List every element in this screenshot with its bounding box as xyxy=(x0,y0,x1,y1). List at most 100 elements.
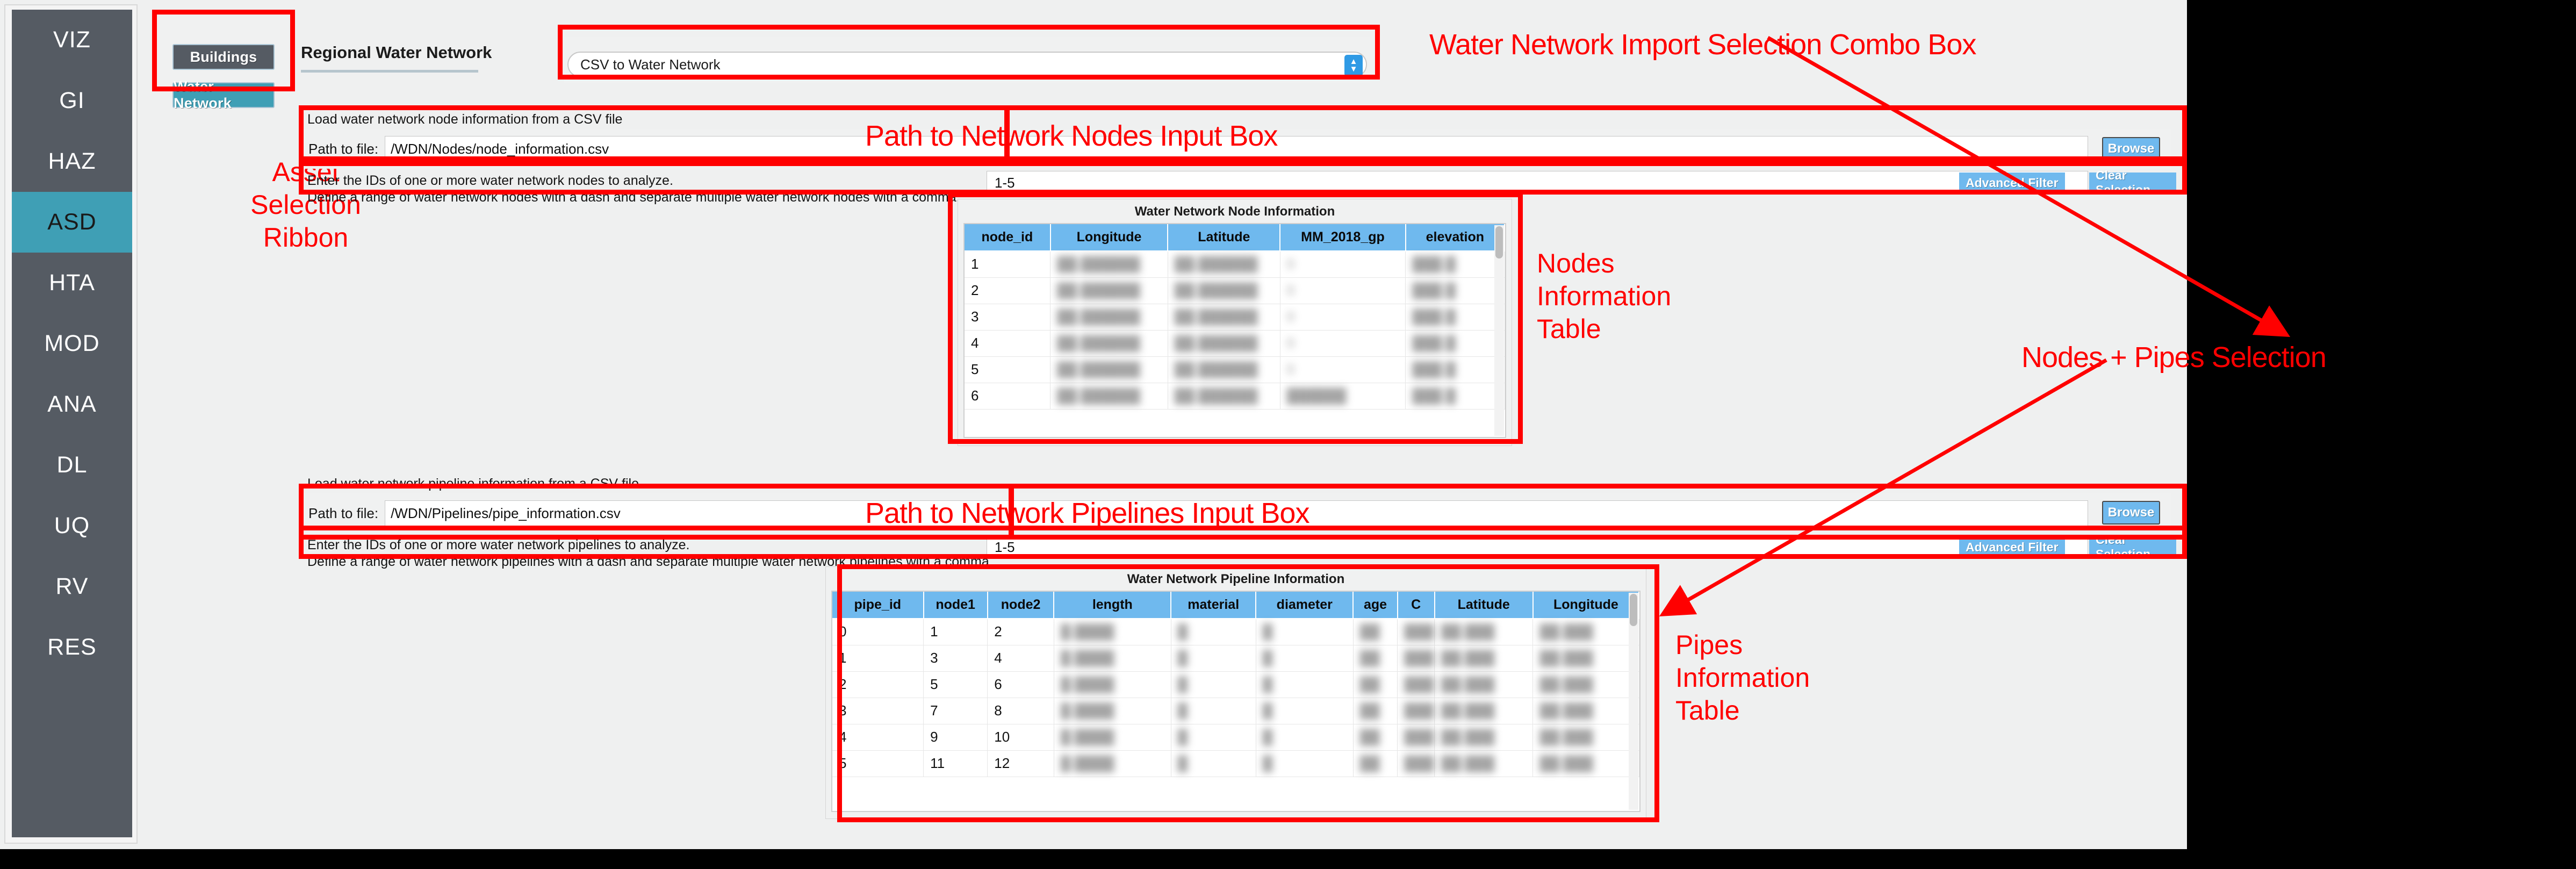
pipes-table-body: 0 1 2 █.████ █ █ ██ ███ ██.███ ██.███ 1 3 4 █.████ █ █ █… xyxy=(832,619,1639,777)
column-header-Longitude[interactable]: Longitude xyxy=(1050,224,1169,252)
ribbon-item-dl[interactable]: DL xyxy=(12,435,132,495)
ribbon-item-label: DL xyxy=(56,452,88,478)
table-row[interactable]: 3 ██.██████ ██.██████ 0 ███.█ xyxy=(965,304,1505,331)
cell-redacted-5: ██.███ xyxy=(1434,750,1534,777)
annotation-line: Nodes xyxy=(1537,248,1615,278)
cell-redacted-3: ███.█ xyxy=(1405,383,1505,410)
cell-redacted-1: █ xyxy=(1171,750,1256,777)
column-header-elevation[interactable]: elevation xyxy=(1405,224,1505,252)
ribbon-item-rv[interactable]: RV xyxy=(12,556,132,617)
page-title: Regional Water Network xyxy=(301,43,492,62)
cell-node_id: 5 xyxy=(965,356,1051,383)
cell-pipe_id: 5 xyxy=(832,750,924,777)
nodes-advanced-filter-button[interactable]: Advanced Filter xyxy=(1959,173,2065,193)
cell-node1: 9 xyxy=(923,724,988,751)
ribbon-item-gi[interactable]: GI xyxy=(12,70,132,131)
pipes-table-header-row: pipe_id node1 node2 length material diameter a… xyxy=(832,592,1639,619)
asset-buildings-button[interactable]: Buildings xyxy=(172,44,275,70)
column-header-length[interactable]: length xyxy=(1054,592,1172,619)
ribbon-item-haz[interactable]: HAZ xyxy=(12,131,132,192)
nodes-table-scroll[interactable]: node_id Longitude Latitude MM_2018_gp elevat… xyxy=(963,223,1506,438)
ribbon-item-uq[interactable]: UQ xyxy=(12,495,132,556)
cell-redacted-3: ██ xyxy=(1353,724,1398,751)
column-header-Longitude[interactable]: Longitude xyxy=(1532,592,1639,619)
nodes-browse-button[interactable]: Browse xyxy=(2102,137,2160,161)
pipes-table-caption: Water Network Pipeline Information xyxy=(1127,572,1345,586)
nodes-hint-line-1: Enter the IDs of one or more water netwo… xyxy=(307,173,673,188)
cell-pipe_id: 2 xyxy=(832,671,924,698)
table-row[interactable]: 1 3 4 █.████ █ █ ██ ███ ██.███ ██.███ xyxy=(832,645,1639,672)
nodes-table-scrollbar[interactable] xyxy=(1494,225,1504,436)
nodes-scrollbar-thumb[interactable] xyxy=(1495,226,1503,258)
cell-redacted-1: ██.██████ xyxy=(1168,383,1280,410)
water-network-import-combo[interactable]: CSV to Water Network ▲ ▼ xyxy=(567,52,1367,77)
cell-node1: 11 xyxy=(923,750,988,777)
import-combo-wrapper: CSV to Water Network ▲ ▼ xyxy=(564,37,1370,83)
pipes-table-scrollbar[interactable] xyxy=(1629,593,1638,810)
ribbon-item-viz[interactable]: VIZ xyxy=(12,10,132,70)
nodes-clear-selection-button[interactable]: Clear Selection xyxy=(2089,168,2176,197)
cell-redacted-4: ███ xyxy=(1397,750,1435,777)
cell-redacted-3: ██ xyxy=(1353,671,1398,698)
column-header-Latitude[interactable]: Latitude xyxy=(1434,592,1534,619)
column-header-age[interactable]: age xyxy=(1353,592,1398,619)
pipes-advanced-filter-button[interactable]: Advanced Filter xyxy=(1959,537,2065,557)
cell-node_id: 6 xyxy=(965,383,1051,410)
cell-redacted-2: ██████ xyxy=(1280,383,1406,410)
table-row[interactable]: 4 9 10 █.████ █ █ ██ ███ ██.███ ██.███ xyxy=(832,724,1639,751)
pipes-id-input[interactable]: 1-5 xyxy=(987,535,2088,559)
cell-redacted-2: █ xyxy=(1256,671,1354,698)
cell-redacted-3: ██ xyxy=(1353,619,1398,645)
pipes-browse-button[interactable]: Browse xyxy=(2102,501,2160,525)
cell-redacted-0: █.████ xyxy=(1054,671,1171,698)
cell-node2: 2 xyxy=(987,619,1054,645)
asset-water-network-button[interactable]: Water Network xyxy=(172,78,275,111)
table-row[interactable]: 4 ██.██████ ██.██████ 0 ███.█ xyxy=(965,330,1505,357)
nodes-table-card: Water Network Node Information node_id Lo… xyxy=(958,199,1512,446)
table-row[interactable]: 0 1 2 █.████ █ █ ██ ███ ██.███ ██.███ xyxy=(832,619,1639,645)
column-header-diameter[interactable]: diameter xyxy=(1256,592,1354,619)
cell-node2: 12 xyxy=(987,750,1054,777)
ribbon-item-res[interactable]: RES xyxy=(12,617,132,678)
annotation-combo-box-label: Water Network Import Selection Combo Box xyxy=(1429,28,1976,61)
column-header-node_id[interactable]: node_id xyxy=(965,224,1051,252)
pipes-table-card: Water Network Pipeline Information pipe_… xyxy=(825,566,1646,819)
pipes-clear-selection-button[interactable]: Clear Selection xyxy=(2089,533,2176,561)
table-row[interactable]: 1 ██.██████ ██.██████ 0 ███.█ xyxy=(965,251,1505,278)
cell-redacted-4: ███ xyxy=(1397,671,1435,698)
column-header-pipe_id[interactable]: pipe_id xyxy=(832,592,924,619)
annotation-line: Table xyxy=(1537,314,1601,344)
table-row[interactable]: 5 ██.██████ ██.██████ 0 ███.█ xyxy=(965,356,1505,383)
cell-pipe_id: 3 xyxy=(832,698,924,724)
table-row[interactable]: 3 7 8 █.████ █ █ ██ ███ ██.███ ██.███ xyxy=(832,698,1639,724)
cell-node_id: 1 xyxy=(965,251,1051,278)
column-header-material[interactable]: material xyxy=(1171,592,1257,619)
ribbon-item-hta[interactable]: HTA xyxy=(12,253,132,313)
chevron-updown-icon[interactable]: ▲ ▼ xyxy=(1344,55,1363,76)
ribbon-item-ana[interactable]: ANA xyxy=(12,374,132,435)
pipes-scrollbar-thumb[interactable] xyxy=(1630,594,1637,626)
annotation-line: Pipes xyxy=(1675,630,1743,660)
cell-node2: 10 xyxy=(987,724,1054,751)
table-row[interactable]: 2 5 6 █.████ █ █ ██ ███ ██.███ ██.███ xyxy=(832,671,1639,698)
column-header-node2[interactable]: node2 xyxy=(987,592,1055,619)
column-header-Latitude[interactable]: Latitude xyxy=(1168,224,1281,252)
table-row[interactable]: 5 11 12 █.████ █ █ ██ ███ ██.███ ██.███ xyxy=(832,750,1639,777)
cell-node1: 7 xyxy=(923,698,988,724)
column-header-C[interactable]: C xyxy=(1397,592,1435,619)
cell-node_id: 2 xyxy=(965,277,1051,304)
cell-redacted-2: 0 xyxy=(1280,277,1406,304)
cell-node2: 8 xyxy=(987,698,1054,724)
column-header-MM_2018_gp[interactable]: MM_2018_gp xyxy=(1280,224,1406,252)
ribbon-item-label: UQ xyxy=(54,513,90,538)
ribbon-item-mod[interactable]: MOD xyxy=(12,313,132,374)
table-row[interactable]: 2 ██.██████ ██.██████ 0 ███.█ xyxy=(965,277,1505,304)
nodes-id-input[interactable]: 1-5 xyxy=(987,171,2088,195)
ribbon-item-asd[interactable]: ASD xyxy=(12,192,132,253)
cell-redacted-3: ███.█ xyxy=(1405,356,1505,383)
pipes-table-scroll[interactable]: pipe_id node1 node2 length material diameter a… xyxy=(831,591,1640,812)
column-header-node1[interactable]: node1 xyxy=(923,592,988,619)
table-row[interactable]: 6 ██.██████ ██.██████ ██████ ███.█ xyxy=(965,383,1505,410)
nodes-table-caption: Water Network Node Information xyxy=(1134,204,1335,219)
cell-redacted-1: ██.██████ xyxy=(1168,251,1280,278)
